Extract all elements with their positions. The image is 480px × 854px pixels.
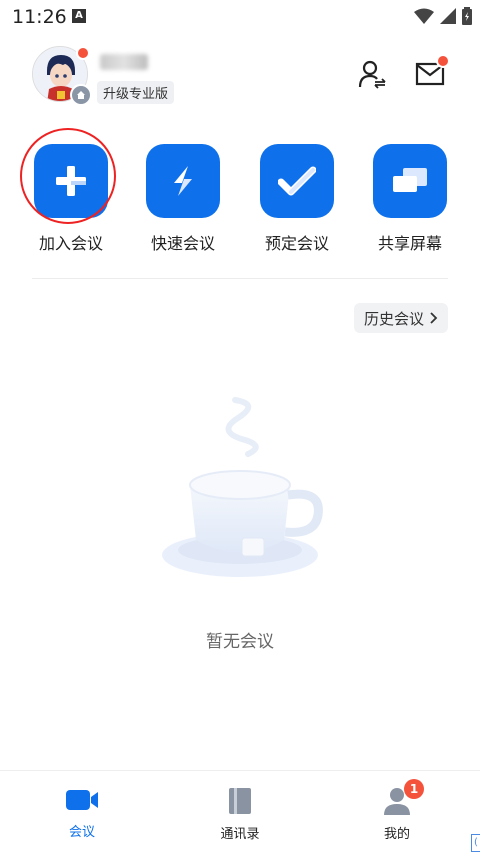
upgrade-button[interactable]: 升级专业版: [97, 81, 175, 104]
home-badge-icon: [70, 84, 92, 106]
status-time: 11:26: [12, 6, 67, 28]
battery-icon: [462, 7, 472, 25]
history-meetings-button[interactable]: 历史会议: [353, 303, 448, 333]
nav-contacts-label: 通讯录: [220, 827, 260, 842]
edge-indicator-icon: (: [471, 834, 480, 852]
quick-meeting-tile: [146, 144, 220, 218]
chevron-right-icon: [430, 312, 438, 324]
check-icon: [278, 166, 316, 196]
avatar[interactable]: [32, 46, 92, 106]
username-redacted: [100, 54, 148, 70]
signal-icon: [440, 8, 456, 24]
share-screen-action[interactable]: 共享屏幕: [355, 144, 465, 254]
contacts-book-icon: [229, 788, 251, 814]
empty-state-text: 暂无会议: [206, 632, 274, 652]
mail-notification-dot: [436, 54, 450, 68]
status-bar: 11:26 A: [0, 0, 480, 34]
join-meeting-label: 加入会议: [38, 234, 103, 253]
nav-mine-label: 我的: [383, 827, 410, 842]
status-icons: [414, 6, 472, 26]
schedule-meeting-label: 预定会议: [264, 234, 329, 253]
contact-sync-button[interactable]: [356, 58, 388, 90]
status-notification-icon: A: [72, 9, 86, 23]
quick-meeting-action[interactable]: 快速会议: [128, 144, 238, 254]
nav-contacts[interactable]: 通讯录: [195, 787, 285, 842]
share-screen-tile: [373, 144, 447, 218]
schedule-meeting-action[interactable]: 预定会议: [242, 144, 352, 254]
empty-coffee-cup-icon: [162, 397, 323, 577]
bottom-nav: 会议 通讯录 1 我的 (: [0, 770, 480, 854]
history-meetings-label: 历史会议: [363, 309, 424, 328]
quick-meeting-label: 快速会议: [150, 234, 215, 253]
screen-share-icon: [393, 168, 427, 192]
video-icon: [66, 790, 98, 810]
wifi-icon: [414, 8, 434, 24]
divider: [32, 278, 448, 279]
schedule-meeting-tile: [260, 144, 334, 218]
nav-mine[interactable]: 1 我的: [352, 779, 442, 842]
avatar-notification-dot: [76, 46, 90, 60]
mail-button[interactable]: [414, 54, 450, 90]
notification-badge: 1: [404, 779, 424, 799]
contact-sync-icon: [358, 60, 386, 89]
share-screen-label: 共享屏幕: [377, 234, 442, 253]
nav-meetings-label: 会议: [68, 825, 95, 840]
nav-meetings[interactable]: 会议: [37, 787, 127, 840]
highlight-circle-annotation: [20, 128, 116, 224]
lightning-icon: [174, 166, 192, 196]
